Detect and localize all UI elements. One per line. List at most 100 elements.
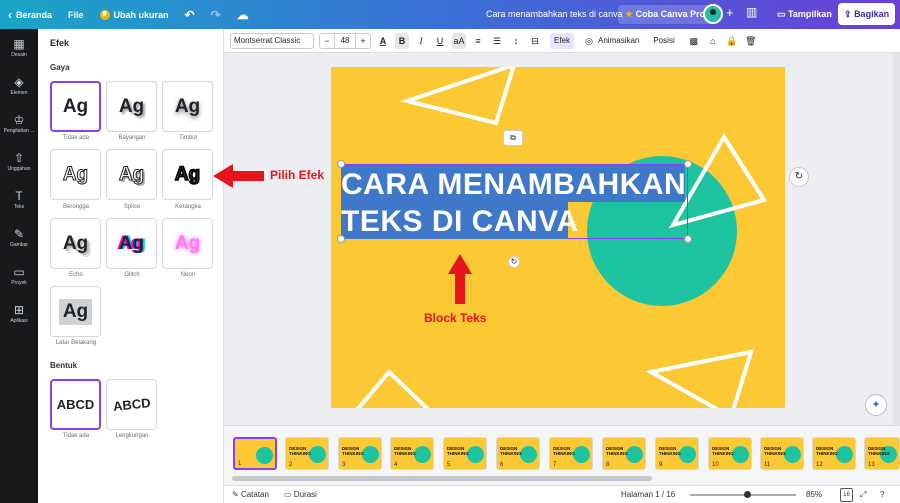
vertical-align-icon[interactable]: ⊟ <box>528 33 542 49</box>
page-thumbnail[interactable]: DESIGN THINKING 5 <box>443 437 487 470</box>
page-thumbnail[interactable]: DESIGN THINKING 6 <box>496 437 540 470</box>
pages-grid-button[interactable]: 16 <box>840 488 853 502</box>
resize-handle[interactable] <box>684 160 692 168</box>
shape-none-tile[interactable]: ABCD <box>50 379 101 430</box>
undo-button[interactable]: ↶ <box>177 0 203 29</box>
spacing-icon[interactable]: ↕ <box>509 33 523 49</box>
position-button[interactable]: Posisi <box>653 33 674 49</box>
zoom-slider-thumb[interactable] <box>744 491 751 498</box>
resize-label: Ubah ukuran <box>113 9 169 20</box>
document-title[interactable]: Cara menambahkan teks di canva <box>486 0 623 29</box>
page-thumbnail[interactable]: DESIGN THINKING 12 <box>812 437 856 470</box>
sidebar-item-draw[interactable]: ✎ Gambar <box>0 219 38 257</box>
rotate-handle-icon[interactable]: ↻ <box>508 256 520 268</box>
resize-button[interactable]: ♛ Ubah ukuran <box>92 0 177 29</box>
page-thumbnail[interactable]: DESIGN THINKING 8 <box>602 437 646 470</box>
horizontal-scrollbar[interactable] <box>232 476 652 481</box>
effect-shadow-tile[interactable]: Ag <box>106 81 157 132</box>
font-size-input[interactable]: 48 <box>334 33 356 48</box>
effect-sample: Ag <box>58 298 93 325</box>
resize-handle[interactable] <box>337 235 345 243</box>
top-bar: ‹ Beranda File ♛ Ubah ukuran ↶ ↷ ☁ <box>0 0 900 29</box>
animate-button[interactable]: Animasikan <box>598 33 639 49</box>
effect-splice-tile[interactable]: Ag <box>106 149 157 200</box>
align-icon[interactable]: ≡ <box>471 33 485 49</box>
add-collaborator-button[interactable]: + <box>726 5 734 20</box>
notes-button[interactable]: ✎ Catatan <box>232 486 269 503</box>
page-thumbnail[interactable]: DESIGN THINKING 7 <box>549 437 593 470</box>
bold-button[interactable]: B <box>395 32 409 49</box>
sidebar-item-design[interactable]: ▦ Desain <box>0 29 38 67</box>
resize-handle[interactable] <box>684 235 692 243</box>
page-thumbnail[interactable]: DESIGN THINKING 10 <box>708 437 752 470</box>
page-thumbnail[interactable]: DESIGN THINKING 11 <box>760 437 804 470</box>
effect-background-tile[interactable]: Ag <box>50 286 101 337</box>
heading-text[interactable]: CARA MENAMBAHKAN TEKS DI CANVA <box>341 166 686 240</box>
case-button[interactable]: aA <box>452 32 466 49</box>
file-menu[interactable]: File <box>60 0 92 29</box>
sidebar-item-brand[interactable]: ♔ Pengilattan ... <box>0 105 38 143</box>
effect-lift-tile[interactable]: Ag <box>162 81 213 132</box>
page-thumbnail[interactable]: DESIGN THINKING 13 <box>864 437 900 470</box>
vertical-scrollbar[interactable] <box>893 53 900 425</box>
magic-assistant-button[interactable]: ✦ <box>865 394 887 416</box>
home-button[interactable]: ‹ Beranda <box>0 0 60 29</box>
fullscreen-icon[interactable]: ⤢ <box>860 486 866 503</box>
effect-echo-tile[interactable]: Ag <box>50 218 101 269</box>
sidebar-item-projects[interactable]: ▭ Proyek <box>0 257 38 295</box>
list-icon[interactable]: ☰ <box>490 33 504 49</box>
redo-icon: ↷ <box>210 7 221 22</box>
page-thumbnail[interactable]: 1 <box>233 437 277 470</box>
avatar[interactable] <box>703 4 723 24</box>
page-thumbnail[interactable]: DESIGN THINKING 4 <box>390 437 434 470</box>
effect-sample: Ag <box>62 95 89 117</box>
sidebar-item-uploads[interactable]: ⇧ Unggahan <box>0 143 38 181</box>
italic-button[interactable]: I <box>414 33 428 49</box>
animate-icon[interactable]: ◎ <box>582 33 596 49</box>
page-thumbnail[interactable]: DESIGN THINKING 2 <box>285 437 329 470</box>
present-button[interactable]: ▭ Tampilkan <box>770 4 839 25</box>
transparency-icon[interactable]: ▩ <box>687 33 701 49</box>
page-thumbnail[interactable]: DESIGN THINKING 3 <box>338 437 382 470</box>
duration-button[interactable]: ▭ Durasi <box>284 486 317 503</box>
insights-icon[interactable]: ▥ <box>746 5 757 19</box>
paint-format-icon[interactable]: ⌂ <box>706 33 720 49</box>
try-pro-button[interactable]: ★ Coba Canva Pro <box>618 5 713 24</box>
effect-hollow-tile[interactable]: Ag <box>50 149 101 200</box>
crown-icon: ♛ <box>99 9 110 20</box>
delete-icon[interactable]: 🗑 <box>744 33 758 49</box>
effect-none-tile[interactable]: Ag <box>50 81 101 132</box>
thumbnail-circle <box>256 447 273 464</box>
help-icon[interactable]: ? <box>880 486 884 503</box>
sidebar-item-text[interactable]: T Teks <box>0 181 38 219</box>
refresh-page-button[interactable]: ↻ <box>789 167 809 187</box>
increase-size-button[interactable]: + <box>356 34 370 48</box>
sidebar-item-apps[interactable]: ⊞ Aplikasi <box>0 295 38 333</box>
zoom-slider[interactable] <box>690 494 796 496</box>
sidebar-item-elements[interactable]: ◈ Elemen <box>0 67 38 105</box>
font-family-select[interactable]: Montserrat Classic <box>230 32 314 49</box>
effect-neon-tile[interactable]: Ag <box>162 218 213 269</box>
redo-button[interactable]: ↷ <box>203 0 229 29</box>
resize-handle[interactable] <box>337 160 345 168</box>
copy-handle-icon[interactable]: ⧉ <box>503 130 523 146</box>
page-thumbnail[interactable]: DESIGN THINKING 9 <box>655 437 699 470</box>
share-label: Bagikan <box>854 9 890 19</box>
text-color-button[interactable]: A <box>376 33 390 49</box>
underline-button[interactable]: U <box>433 33 447 49</box>
cloud-sync-button[interactable]: ☁ <box>229 0 257 29</box>
zoom-level[interactable]: 85% <box>806 486 822 503</box>
bottom-bar: ✎ Catatan ▭ Durasi Halaman 1 / 16 85% 16… <box>224 485 900 503</box>
lock-icon[interactable]: 🔒 <box>725 33 739 49</box>
effect-label: Splice <box>123 204 141 210</box>
share-button[interactable]: ⇪ Bagikan <box>838 3 896 25</box>
decrease-size-button[interactable]: − <box>320 34 334 48</box>
effect-outline-tile[interactable]: Ag <box>162 149 213 200</box>
effect-glitch-tile[interactable]: Ag <box>106 218 157 269</box>
design-page[interactable]: CARA MENAMBAHKAN TEKS DI CANVA ⧉ ↻ <box>331 67 785 408</box>
shape-curve-tile[interactable]: ABCD <box>106 379 157 430</box>
effects-button[interactable]: Efek <box>550 32 575 49</box>
thumbnail-text: DESIGN THINKING <box>447 446 469 456</box>
notes-label: Catatan <box>240 490 269 499</box>
shape-label: Lengkungan <box>115 433 149 439</box>
